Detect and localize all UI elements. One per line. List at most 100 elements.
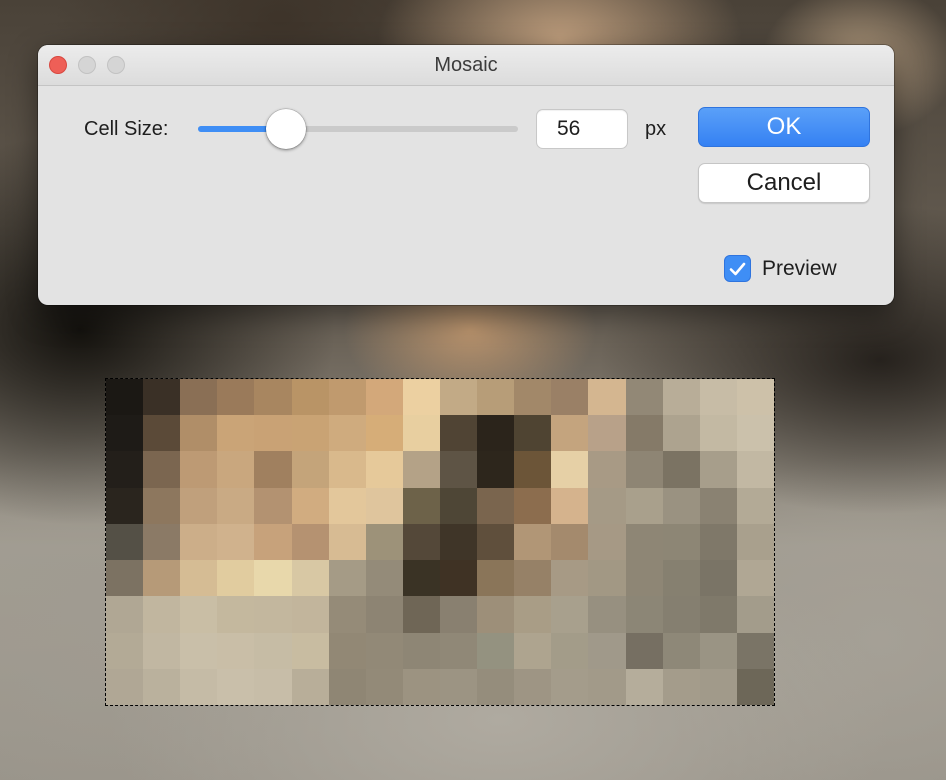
mosaic-cell <box>291 596 329 633</box>
mosaic-cell <box>477 560 515 597</box>
mosaic-cell <box>662 560 700 597</box>
mosaic-cell <box>254 560 292 597</box>
mosaic-cell <box>514 451 552 488</box>
mosaic-cell <box>180 668 218 705</box>
preview-checkbox[interactable] <box>724 255 751 282</box>
mosaic-cell <box>217 560 255 597</box>
mosaic-cell <box>662 668 700 705</box>
mosaic-cell <box>625 487 663 524</box>
mosaic-cell <box>625 379 663 416</box>
mosaic-cell <box>291 487 329 524</box>
mosaic-cell <box>551 379 589 416</box>
mosaic-cell <box>328 668 366 705</box>
mosaic-cell <box>662 379 700 416</box>
mosaic-cell <box>291 560 329 597</box>
mosaic-cell <box>477 379 515 416</box>
mosaic-cell <box>328 632 366 669</box>
mosaic-cell <box>217 668 255 705</box>
mosaic-cell <box>477 523 515 561</box>
cancel-button[interactable]: Cancel <box>698 163 870 203</box>
mosaic-cell <box>328 451 366 488</box>
mosaic-cell <box>143 596 181 633</box>
mosaic-cell <box>439 668 478 705</box>
mosaic-cell <box>402 415 440 452</box>
mosaic-cell <box>699 379 737 416</box>
mosaic-cell <box>699 415 737 452</box>
mosaic-cell <box>699 668 737 705</box>
mosaic-cell <box>588 415 626 452</box>
mosaic-cell <box>477 451 515 488</box>
mosaic-cell <box>328 596 366 633</box>
mosaic-cell <box>365 632 403 669</box>
mosaic-cell <box>365 596 403 633</box>
mosaic-cell <box>439 487 478 524</box>
mosaic-cell <box>588 560 626 597</box>
mosaic-cell <box>439 632 478 669</box>
mosaic-cell <box>180 379 218 416</box>
mosaic-cell <box>254 415 292 452</box>
mosaic-cell <box>477 415 515 452</box>
mosaic-cell <box>736 379 774 416</box>
mosaic-cell <box>402 487 440 524</box>
mosaic-cell <box>106 451 144 488</box>
mosaic-cell <box>736 523 774 561</box>
mosaic-cell <box>439 379 478 416</box>
mosaic-cell <box>143 379 181 416</box>
mosaic-cell <box>514 596 552 633</box>
title-bar: Mosaic <box>38 45 894 86</box>
mosaic-cell <box>439 415 478 452</box>
mosaic-cell <box>736 632 774 669</box>
cell-size-slider[interactable] <box>198 126 518 132</box>
mosaic-cell <box>106 632 144 669</box>
mosaic-cell <box>180 487 218 524</box>
mosaic-cell <box>328 523 366 561</box>
mosaic-cell <box>439 451 478 488</box>
mosaic-cell <box>625 523 663 561</box>
mosaic-cell <box>365 379 403 416</box>
ok-button[interactable]: OK <box>698 107 870 147</box>
mosaic-cell <box>662 523 700 561</box>
mosaic-cell <box>551 415 589 452</box>
mosaic-cell <box>328 487 366 524</box>
mosaic-cell <box>477 632 515 669</box>
mosaic-cell <box>328 560 366 597</box>
mosaic-cell <box>291 632 329 669</box>
mosaic-cell <box>143 451 181 488</box>
mosaic-cell <box>551 523 589 561</box>
mosaic-cell <box>514 379 552 416</box>
mosaic-cell <box>699 451 737 488</box>
mosaic-cell <box>625 415 663 452</box>
mosaic-cell <box>291 379 329 416</box>
mosaic-cell <box>736 560 774 597</box>
mosaic-cell <box>662 415 700 452</box>
mosaic-cell <box>254 487 292 524</box>
mosaic-cell <box>365 487 403 524</box>
cell-size-input[interactable] <box>536 109 628 149</box>
mosaic-cell <box>291 451 329 488</box>
mosaic-cell <box>662 487 700 524</box>
mosaic-cell <box>365 560 403 597</box>
mosaic-preview-selection[interactable] <box>105 378 775 706</box>
mosaic-cell <box>402 379 440 416</box>
slider-knob[interactable] <box>266 109 306 149</box>
mosaic-cell <box>217 415 255 452</box>
mosaic-cell <box>551 596 589 633</box>
mosaic-cell <box>291 523 329 561</box>
mosaic-cell <box>699 596 737 633</box>
mosaic-cell <box>736 487 774 524</box>
unit-label: px <box>645 118 667 140</box>
mosaic-cell <box>625 668 663 705</box>
mosaic-cell <box>217 379 255 416</box>
mosaic-cell <box>143 523 181 561</box>
mosaic-cell <box>365 523 403 561</box>
mosaic-cell <box>254 451 292 488</box>
mosaic-cell <box>106 668 144 705</box>
mosaic-cell <box>143 487 181 524</box>
mosaic-cell <box>291 668 329 705</box>
mosaic-cell <box>217 523 255 561</box>
mosaic-cell <box>588 523 626 561</box>
mosaic-cell <box>736 596 774 633</box>
mosaic-cell <box>514 632 552 669</box>
mosaic-cell <box>328 379 366 416</box>
mosaic-cell <box>143 668 181 705</box>
